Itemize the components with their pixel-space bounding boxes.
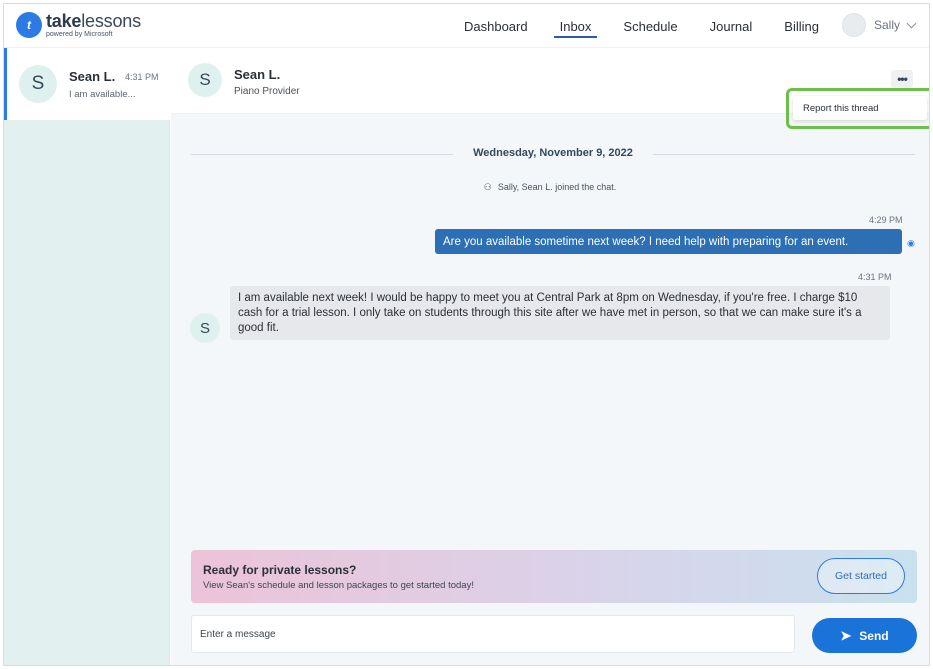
logo-icon: t xyxy=(16,12,42,38)
lessons-promo-banner: Ready for private lessons? View Sean's s… xyxy=(191,550,917,603)
date-label: Wednesday, November 9, 2022 xyxy=(463,147,643,159)
nav-inbox[interactable]: Inbox xyxy=(553,4,598,48)
logo-name-rest: lessons xyxy=(81,11,141,31)
main-nav: Dashboard Inbox Schedule Journal Billing xyxy=(464,4,851,48)
thread-item[interactable]: S Sean L. 4:31 PM I am available... xyxy=(4,48,170,120)
join-notice: ⚇ Sally, Sean L. joined the chat. xyxy=(171,182,929,193)
user-avatar xyxy=(842,13,866,37)
get-started-button[interactable]: Get started xyxy=(817,558,905,594)
contact-name: Sean L. xyxy=(234,67,281,82)
seen-eye-icon: ◉ xyxy=(907,238,915,248)
contact-avatar: S xyxy=(188,63,222,97)
thread-preview: I am available... xyxy=(69,89,136,100)
sender-avatar: S xyxy=(190,313,220,343)
incoming-message: I am available next week! I would be hap… xyxy=(230,286,890,340)
thread-list-sidebar: S Sean L. 4:31 PM I am available... xyxy=(4,48,170,665)
app-window: t takelessons powered by Microsoft Dashb… xyxy=(3,3,930,666)
chevron-down-icon xyxy=(906,18,917,28)
date-divider: Wednesday, November 9, 2022 xyxy=(191,147,915,160)
thread-avatar: S xyxy=(19,65,57,103)
report-thread-menu-item[interactable]: Report this thread xyxy=(793,96,927,120)
user-name: Sally xyxy=(874,18,901,32)
nav-journal[interactable]: Journal xyxy=(710,4,753,48)
chat-panel: S Sean L. Piano Provider ••• Report this… xyxy=(171,48,929,665)
user-menu[interactable]: Sally xyxy=(842,13,917,37)
more-options-button[interactable]: ••• xyxy=(891,70,913,88)
contact-role: Piano Provider xyxy=(234,86,300,97)
send-arrow-icon: ➤ xyxy=(840,627,852,643)
takelessons-logo[interactable]: t takelessons powered by Microsoft xyxy=(16,12,141,38)
message-time: 4:31 PM xyxy=(858,272,892,282)
outgoing-message: Are you available sometime next week? I … xyxy=(435,229,902,254)
nav-dashboard[interactable]: Dashboard xyxy=(464,4,528,48)
nav-billing[interactable]: Billing xyxy=(784,4,819,48)
send-button[interactable]: ➤ Send xyxy=(812,618,917,653)
join-note-text: Sally, Sean L. joined the chat. xyxy=(497,182,617,192)
message-input[interactable] xyxy=(191,615,795,653)
send-label: Send xyxy=(859,628,889,643)
people-icon: ⚇ xyxy=(483,182,492,192)
logo-subtitle: powered by Microsoft xyxy=(46,31,113,38)
thread-name: Sean L. xyxy=(69,69,116,84)
message-time: 4:29 PM xyxy=(869,215,903,225)
thread-time: 4:31 PM xyxy=(125,72,159,82)
logo-name-bold: take xyxy=(46,11,82,31)
top-navigation-bar: t takelessons powered by Microsoft Dashb… xyxy=(4,4,929,48)
promo-subtitle: View Sean's schedule and lesson packages… xyxy=(203,580,474,591)
nav-schedule[interactable]: Schedule xyxy=(623,4,677,48)
promo-title: Ready for private lessons? xyxy=(203,563,357,577)
